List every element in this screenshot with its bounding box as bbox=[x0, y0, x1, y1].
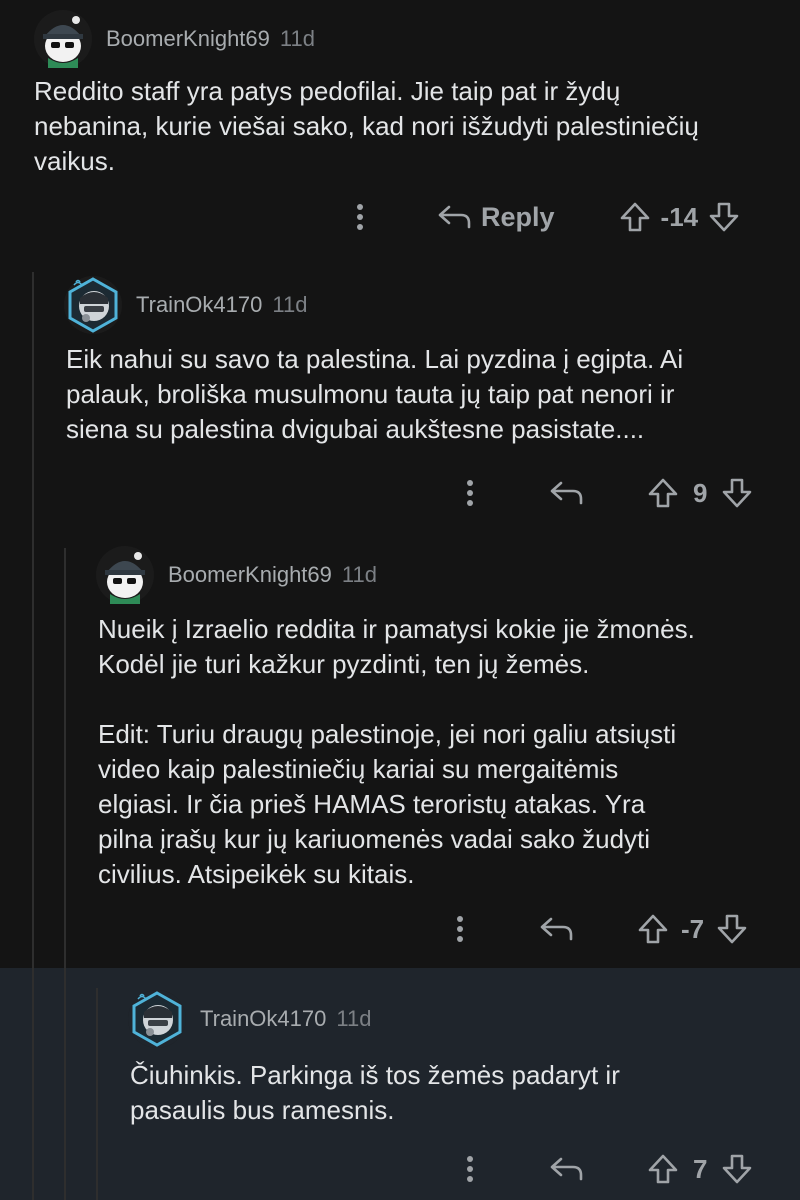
comment-username[interactable]: TrainOk4170 bbox=[136, 292, 262, 318]
comment-line: pasaulis bus ramesnis. bbox=[130, 1095, 395, 1125]
reply-button[interactable]: Reply bbox=[437, 202, 555, 233]
comment-line: pilna įrašų kur jų kariuomenės vadai sak… bbox=[98, 824, 651, 854]
comment-line: video kaip palestiniečių kariai su merga… bbox=[98, 754, 619, 784]
vote-score: -14 bbox=[660, 201, 699, 232]
upvote-icon[interactable] bbox=[637, 913, 669, 945]
user-avatar[interactable] bbox=[96, 546, 154, 604]
comment-header: TrainOk4170 11d bbox=[128, 990, 371, 1048]
comment-line: Eik nahui su savo ta palestina. Lai pyzd… bbox=[66, 344, 684, 374]
comment-header: BoomerKnight69 11d bbox=[34, 10, 315, 68]
more-options-icon[interactable] bbox=[455, 472, 485, 514]
comment-username[interactable]: BoomerKnight69 bbox=[106, 26, 270, 52]
robot-helmet-avatar-icon bbox=[64, 276, 122, 334]
vote-score: -7 bbox=[681, 913, 705, 944]
comment-age: 11d bbox=[272, 292, 308, 317]
comment-username[interactable]: BoomerKnight69 bbox=[168, 562, 332, 588]
comment-age: 11d bbox=[336, 1006, 372, 1031]
comment-username[interactable]: TrainOk4170 bbox=[200, 1006, 326, 1032]
downvote-icon[interactable] bbox=[721, 1153, 753, 1185]
comment-line: Reddito staff yra patys pedofilai. Jie t… bbox=[34, 76, 621, 106]
comment-line: nebanina, kurie viešai sako, kad nori iš… bbox=[34, 111, 699, 141]
comment-body: Nueik į Izraelio reddita ir pamatysi kok… bbox=[98, 612, 695, 892]
comment-line bbox=[98, 682, 695, 717]
comment-header: TrainOk4170 11d bbox=[64, 276, 307, 334]
downvote-icon[interactable] bbox=[708, 201, 740, 233]
user-avatar[interactable] bbox=[128, 990, 186, 1048]
reply-label: Reply bbox=[481, 201, 555, 232]
thread-line-level-2[interactable] bbox=[64, 548, 66, 1200]
comment-age: 11d bbox=[341, 562, 377, 587]
comment-line: Kodėl jie turi kažkur pyzdinti, ten jų ž… bbox=[98, 649, 590, 679]
comment-line: siena su palestina dvigubai aukštesne pa… bbox=[66, 414, 645, 444]
reply-arrow-icon bbox=[437, 203, 471, 231]
reply-arrow-icon[interactable] bbox=[549, 1155, 583, 1183]
user-avatar[interactable] bbox=[34, 10, 92, 68]
comment-line: elgiasi. Ir čia prieš HAMAS teroristų at… bbox=[98, 789, 646, 819]
downvote-icon[interactable] bbox=[716, 913, 748, 945]
comment-body: Reddito staff yra patys pedofilai. Jie t… bbox=[34, 74, 699, 179]
comment-actions: 7 bbox=[455, 1148, 753, 1190]
upvote-icon[interactable] bbox=[647, 1153, 679, 1185]
comment-line: palauk, broliška musulmonu tauta jų taip… bbox=[66, 379, 675, 409]
thread-line-level-1[interactable] bbox=[32, 272, 34, 1200]
thread-line-level-3[interactable] bbox=[96, 988, 98, 1200]
comment-header: BoomerKnight69 11d bbox=[96, 546, 377, 604]
comment-actions: 9 bbox=[455, 472, 753, 514]
comment-actions: Reply -14 bbox=[345, 196, 740, 238]
more-options-icon[interactable] bbox=[345, 196, 375, 238]
more-options-icon[interactable] bbox=[455, 1148, 485, 1190]
comment-body: Eik nahui su savo ta palestina. Lai pyzd… bbox=[66, 342, 683, 447]
downvote-icon[interactable] bbox=[721, 477, 753, 509]
vote-score: 7 bbox=[693, 1153, 708, 1184]
reply-arrow-icon[interactable] bbox=[539, 915, 573, 943]
comment-line: vaikus. bbox=[34, 146, 115, 176]
robot-helmet-avatar-icon bbox=[128, 990, 186, 1048]
comment-line: Nueik į Izraelio reddita ir pamatysi kok… bbox=[98, 614, 695, 644]
panda-beanie-avatar-icon bbox=[96, 546, 154, 604]
upvote-icon[interactable] bbox=[619, 201, 651, 233]
comment-age: 11d bbox=[279, 26, 315, 51]
user-avatar[interactable] bbox=[64, 276, 122, 334]
comment-actions: -7 bbox=[445, 908, 748, 950]
panda-beanie-avatar-icon bbox=[34, 10, 92, 68]
more-options-icon[interactable] bbox=[445, 908, 475, 950]
vote-score: 9 bbox=[693, 477, 708, 508]
comment-body: Čiuhinkis. Parkinga iš tos žemės padaryt… bbox=[130, 1058, 620, 1128]
reply-arrow-icon[interactable] bbox=[549, 479, 583, 507]
comment-line: civilius. Atsipeikėk su kitais. bbox=[98, 859, 415, 889]
comment-line: Edit: Turiu draugų palestinoje, jei nori… bbox=[98, 719, 677, 749]
upvote-icon[interactable] bbox=[647, 477, 679, 509]
comment-line: Čiuhinkis. Parkinga iš tos žemės padaryt… bbox=[130, 1060, 620, 1090]
